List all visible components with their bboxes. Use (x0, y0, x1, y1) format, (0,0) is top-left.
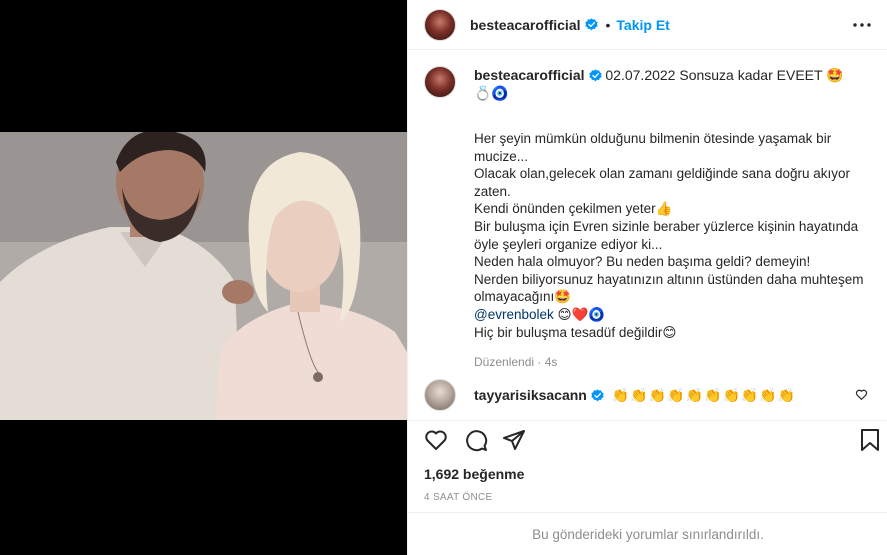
more-options-icon[interactable] (850, 13, 874, 37)
caption-emojis: 💍🧿 (474, 85, 509, 101)
post-header: besteacarofficial • Takip Et (408, 0, 887, 50)
caption-line: Her şeyin mümkün olduğunu bilmenin ötesi… (474, 131, 832, 164)
comment-like-heart-icon[interactable] (855, 388, 868, 401)
caption-line: Neden hala olmuyor? Bu neden başıma geld… (474, 254, 811, 270)
verified-badge-icon (591, 388, 604, 401)
caption-line: Bir buluşma için Evren sizinle beraber y… (474, 218, 859, 252)
header-separator: • (605, 16, 611, 33)
heart-icon[interactable] (423, 427, 449, 453)
author-avatar[interactable] (424, 8, 456, 41)
comment-text: 👏👏👏👏👏👏👏👏👏👏 (611, 386, 797, 403)
caption-line: Olacak olan,gelecek olan zamanı geldiğin… (474, 166, 850, 199)
comment-row: tayyarisiksacann 👏👏👏👏👏👏👏👏👏👏 (424, 379, 874, 411)
mention-emojis: 😊❤️🧿 (557, 306, 606, 322)
post-photo[interactable] (0, 132, 407, 420)
action-bar (408, 420, 887, 455)
follow-button[interactable]: Takip Et (616, 17, 669, 33)
comments-limited-notice: Bu gönderideki yorumlar sınırlandırıldı. (408, 512, 887, 555)
caption-line: Hiç bir buluşma tesadüf değildir😊 (474, 324, 677, 340)
caption-username[interactable]: besteacarofficial (474, 67, 585, 83)
commenter-username[interactable]: tayyarisiksacann (474, 387, 587, 403)
caption-line: Nerden biliyorsunuz hayatınızın altının … (474, 271, 864, 305)
caption-body: Her şeyin mümkün olduğunu bilmenin ötesi… (474, 130, 874, 341)
verified-badge-icon (584, 18, 598, 31)
edited-label: Düzenlendi · 4s (474, 355, 558, 370)
post-side-panel: besteacarofficial • Takip Et besteacarof… (407, 0, 887, 555)
share-icon[interactable] (501, 427, 527, 453)
caption-line: Kendi önünden çekilmen yeter👍 (474, 201, 673, 217)
caption-date: 02.07.2022 (605, 67, 676, 83)
post-caption: besteacarofficial 02.07.2022 Sonsuza kad… (408, 50, 887, 420)
author-username[interactable]: besteacarofficial (470, 17, 581, 33)
bookmark-icon[interactable] (857, 427, 883, 453)
caption-title: Sonsuza kadar EVEET 🤩 (679, 67, 844, 83)
mention-link[interactable]: @evrenbolek (474, 307, 554, 322)
post-timestamp[interactable]: 4 SAAT ÖNCE (424, 492, 493, 503)
couple-photo-illustration (0, 132, 407, 420)
caption-author-avatar[interactable] (424, 66, 456, 98)
verified-badge-icon (588, 69, 602, 82)
like-count[interactable]: 1,692 beğenme (424, 466, 524, 482)
comment-icon[interactable] (463, 427, 489, 453)
post-media[interactable] (0, 0, 407, 555)
commenter-avatar[interactable] (424, 379, 456, 411)
